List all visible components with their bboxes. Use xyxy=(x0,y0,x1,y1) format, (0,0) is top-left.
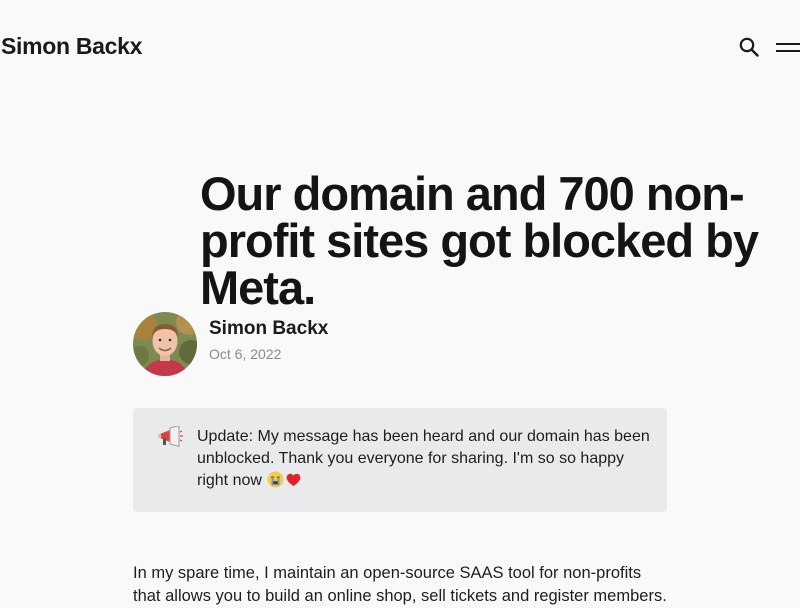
site-header: Simon Backx xyxy=(0,0,800,95)
crying-face-icon xyxy=(267,471,284,488)
author-name[interactable]: Simon Backx xyxy=(209,318,328,340)
post-title-line: profit sites got blocked by xyxy=(200,214,759,267)
hamburger-menu-icon xyxy=(776,43,800,45)
red-heart-icon xyxy=(286,473,301,487)
callout-text: Update: My message has been heard and ou… xyxy=(197,426,653,492)
update-callout: Update: My message has been heard and ou… xyxy=(133,408,667,512)
author-avatar[interactable] xyxy=(133,312,197,376)
callout-text-line: unblocked. Thank you everyone for sharin… xyxy=(197,450,625,467)
search-icon xyxy=(739,37,759,57)
menu-button[interactable] xyxy=(774,39,800,55)
post-title: Our domain and 700 non- profit sites got… xyxy=(200,170,790,311)
callout-text-line: Update: My message has been heard and ou… xyxy=(197,428,650,445)
post-title-line: Meta. xyxy=(200,261,316,314)
megaphone-icon xyxy=(157,424,185,450)
search-button[interactable] xyxy=(738,36,760,58)
author-avatar-image xyxy=(133,312,197,376)
post-date: Oct 6, 2022 xyxy=(209,346,282,362)
post-body: In my spare time, I maintain an open-sou… xyxy=(133,562,693,608)
site-title-link[interactable]: Simon Backx xyxy=(1,33,142,60)
body-paragraph-line: that allows you to build an online shop,… xyxy=(133,587,667,605)
post-title-line: Our domain and 700 non- xyxy=(200,167,745,220)
body-paragraph-line: In my spare time, I maintain an open-sou… xyxy=(133,564,642,582)
callout-text-fragment: right now xyxy=(197,472,262,489)
callout-text-line: right now xyxy=(197,470,653,492)
